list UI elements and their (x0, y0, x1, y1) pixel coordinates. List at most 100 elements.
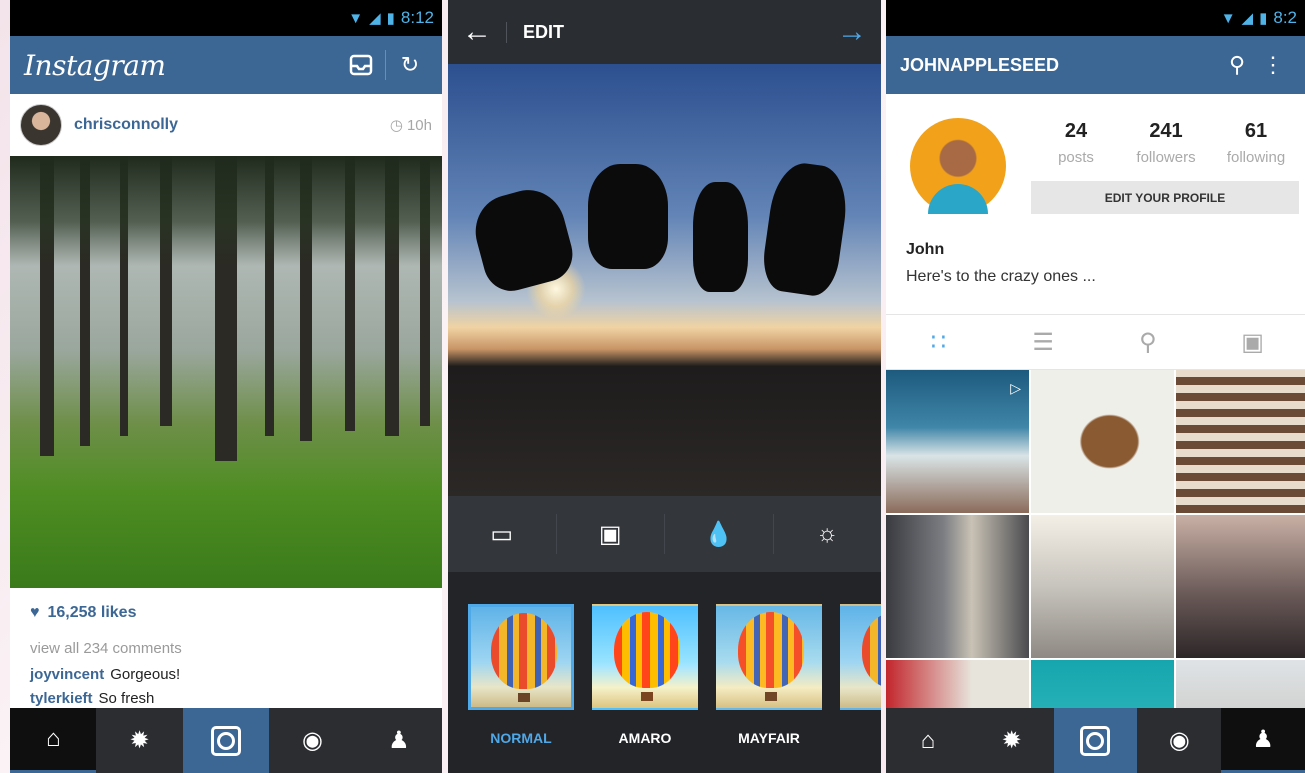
tab-profile[interactable]: ♟ (356, 708, 442, 773)
location-pin-icon: ⚲ (1139, 328, 1157, 356)
editor-photo[interactable] (448, 64, 881, 496)
comment-text: Gorgeous! (110, 666, 181, 683)
stat-label: following (1226, 149, 1286, 166)
tab-profile[interactable]: ♟ (1221, 708, 1305, 773)
filter-thumbnail (468, 604, 574, 710)
filter-thumbnail (592, 604, 698, 710)
battery-icon: ▮ (386, 10, 395, 27)
tab-activity[interactable]: ◉ (1137, 708, 1221, 773)
status-bar: ▼ ◢ ▮ 8:2 (886, 0, 1305, 36)
comment-user[interactable]: joyvincent (30, 666, 104, 683)
grid-photo[interactable] (886, 515, 1029, 658)
stat-followers[interactable]: 241 followers (1121, 120, 1211, 166)
video-icon: ▷ (1010, 380, 1021, 396)
filter-label: MAYFAIR (738, 730, 800, 746)
tab-home[interactable]: ⌂ (886, 708, 970, 773)
editor-header: ← EDIT → (448, 0, 881, 64)
filter-thumbnail (716, 604, 822, 710)
editor-tools: ▭ ▣ 💧 ☼ (448, 496, 881, 572)
tab-map-view[interactable]: ⚲ (1096, 315, 1201, 369)
straighten-tool[interactable]: ▭ (448, 514, 557, 554)
tab-list-view[interactable]: ☰ (991, 315, 1096, 369)
filter-next[interactable] (840, 604, 881, 710)
grid-photo[interactable] (1176, 370, 1305, 513)
feed-screen: ▼ ◢ ▮ 8:12 Instagram ↻ chrisconnolly ◷ 1… (10, 0, 442, 773)
bottom-tab-bar: ⌂ ✹ ◉ ♟ (886, 708, 1305, 773)
inbox-icon (349, 54, 373, 76)
grid-photo[interactable]: ▷ (886, 370, 1029, 513)
battery-icon: ▮ (1259, 10, 1268, 27)
filter-label: NORMAL (490, 730, 552, 746)
header-divider (385, 50, 386, 80)
tab-activity[interactable]: ◉ (269, 708, 355, 773)
stat-label: followers (1136, 149, 1196, 166)
profile-icon: ♟ (1252, 725, 1274, 753)
inbox-button[interactable] (343, 47, 379, 83)
bottom-tab-bar: ⌂ ✹ ◉ ♟ (10, 708, 442, 773)
grid-photo[interactable] (1176, 515, 1305, 658)
view-comments-link[interactable]: view all 234 comments (30, 640, 182, 657)
home-icon: ⌂ (920, 726, 936, 754)
post-time: ◷ 10h (390, 116, 432, 135)
filter-amaro[interactable]: AMARO (592, 604, 698, 746)
edit-profile-button[interactable]: EDIT YOUR PROFILE (1031, 181, 1299, 214)
post-photo[interactable] (10, 156, 442, 588)
tab-explore[interactable]: ✹ (970, 708, 1054, 773)
likes-count[interactable]: ♥ 16,258 likes (30, 604, 136, 622)
border-tool[interactable]: ▣ (557, 514, 665, 554)
stat-following[interactable]: 61 following (1211, 120, 1301, 166)
post-header: chrisconnolly ◷ 10h (10, 94, 442, 156)
next-arrow-icon[interactable]: → (837, 15, 867, 49)
stat-label: posts (1058, 149, 1094, 166)
wifi-icon: ▼ (348, 9, 364, 27)
overflow-menu-button[interactable]: ⋮ (1255, 47, 1291, 83)
stat-number: 61 (1244, 120, 1268, 142)
tab-camera[interactable] (1053, 708, 1138, 773)
filter-normal[interactable]: NORMAL (468, 604, 574, 746)
home-icon: ⌂ (45, 725, 61, 752)
profile-username: JOHNAPPLESEED (900, 54, 1060, 75)
tilt-shift-tool[interactable]: 💧 (665, 514, 774, 554)
profile-screen: ▼ ◢ ▮ 8:2 JOHNAPPLESEED ⚲ ⋮ 24 posts 241… (886, 0, 1305, 773)
stat-posts[interactable]: 24 posts (1031, 120, 1121, 166)
search-button[interactable]: ⚲ (1219, 47, 1255, 83)
filter-mayfair[interactable]: MAYFAIR (716, 604, 822, 746)
post-username[interactable]: chrisconnolly (74, 116, 390, 134)
camera-icon (1080, 725, 1111, 756)
comment-item: joyvincent Gorgeous! (30, 666, 180, 683)
app-logo: Instagram (24, 48, 166, 82)
lux-tool[interactable]: ☼ (774, 514, 882, 554)
signal-icon: ◢ (369, 10, 381, 27)
tab-tagged-view[interactable]: ▣ (1200, 315, 1305, 369)
wifi-icon: ▼ (1220, 9, 1236, 27)
back-arrow-icon[interactable]: ← (462, 15, 492, 49)
heart-icon: ♥ (30, 604, 40, 621)
refresh-button[interactable]: ↻ (392, 47, 428, 83)
profile-name: John (906, 241, 945, 258)
post-time-label: 10h (406, 116, 432, 134)
tab-explore[interactable]: ✹ (96, 708, 182, 773)
signal-icon: ◢ (1241, 10, 1254, 27)
tab-grid-view[interactable]: ∷ (886, 315, 991, 369)
avatar[interactable] (20, 104, 62, 146)
tagged-icon: ▣ (1241, 328, 1264, 356)
brightness-icon: ☼ (816, 520, 839, 547)
explore-icon: ✹ (1001, 727, 1022, 754)
stat-number: 24 (1064, 120, 1088, 142)
activity-icon: ◉ (1168, 727, 1190, 754)
border-icon: ▣ (598, 520, 622, 548)
status-time: 8:2 (1273, 8, 1297, 27)
more-vert-icon: ⋮ (1262, 52, 1284, 77)
profile-avatar[interactable] (910, 118, 1006, 214)
profile-view-tabs: ∷ ☰ ⚲ ▣ (886, 314, 1305, 370)
tab-home[interactable]: ⌂ (10, 708, 97, 773)
grid-photo[interactable] (1031, 515, 1174, 658)
activity-icon: ◉ (301, 727, 323, 754)
list-icon: ☰ (1032, 328, 1054, 356)
tab-camera[interactable] (182, 708, 270, 773)
straighten-icon: ▭ (490, 520, 514, 548)
comment-user[interactable]: tylerkieft (30, 690, 93, 707)
camera-icon (211, 725, 242, 756)
grid-photo[interactable] (1031, 370, 1174, 513)
comment-text: So fresh (98, 690, 155, 707)
